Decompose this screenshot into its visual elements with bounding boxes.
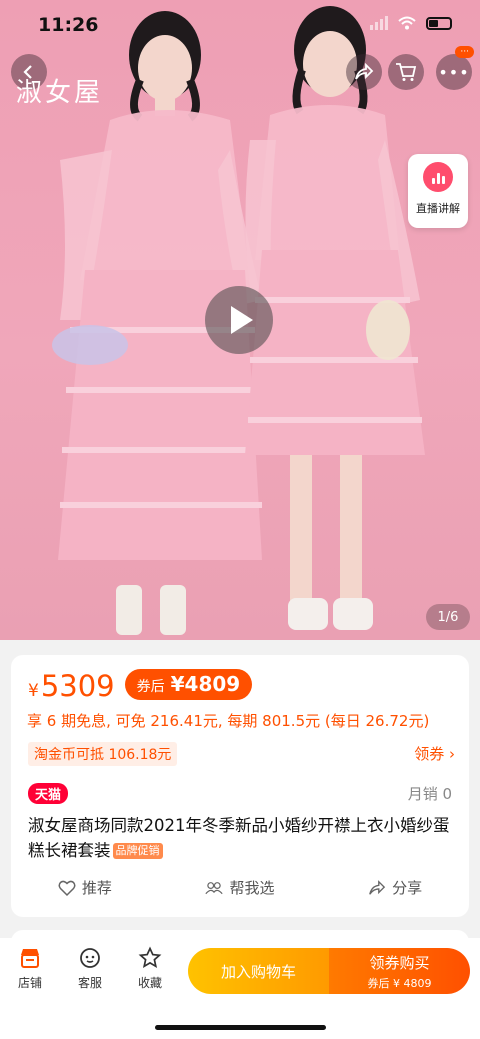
live-explain-button[interactable]: 直播讲解 xyxy=(408,154,468,228)
get-coupon-link[interactable]: 领券 › xyxy=(414,743,455,764)
service-tab[interactable]: 客服 xyxy=(70,946,110,991)
after-coupon-price: ¥4809 xyxy=(170,672,241,696)
battery-icon xyxy=(426,16,452,30)
status-icons xyxy=(370,16,452,30)
share-icon xyxy=(369,879,386,895)
help-choose-button[interactable]: 帮我选 xyxy=(205,877,274,898)
recommend-button[interactable]: 推荐 xyxy=(58,877,112,898)
cart-icon xyxy=(396,63,417,81)
share-label: 分享 xyxy=(392,879,423,897)
tmall-badge: 天猫 xyxy=(28,783,69,804)
signal-icon xyxy=(370,16,388,30)
people-icon xyxy=(205,881,224,894)
live-bars-icon xyxy=(423,162,453,192)
image-counter: 1/6 xyxy=(426,604,470,630)
coin-deduct-tag: 淘金币可抵 106.18元 xyxy=(28,742,178,766)
price-row: ¥ 5309 券后 ¥4809 xyxy=(28,669,253,705)
heart-icon xyxy=(58,880,76,896)
buy-now-button[interactable]: 领券购买 券后 ¥ 4809 xyxy=(329,948,470,994)
service-label: 客服 xyxy=(77,976,102,990)
product-title-text: 淑女屋商场同款2021年冬季新品小婚纱开襟上衣小婚纱蛋糕长裙套装 xyxy=(28,816,450,860)
add-to-cart-label: 加入购物车 xyxy=(220,962,296,981)
add-to-cart-button[interactable]: 加入购物车 xyxy=(188,948,329,994)
buy-now-sub-label: 券后 ¥ 4809 xyxy=(367,976,432,990)
favorite-tab[interactable]: 收藏 xyxy=(130,946,170,991)
current-price: 5309 xyxy=(40,669,115,703)
status-bar: 11:26 xyxy=(0,0,480,48)
cart-button[interactable] xyxy=(388,54,424,90)
status-time: 11:26 xyxy=(38,14,99,36)
store-icon xyxy=(21,949,39,968)
currency-symbol: ¥ xyxy=(28,681,39,701)
play-video-button[interactable] xyxy=(205,286,273,354)
brand-promo-tag: 品牌促销 xyxy=(112,843,163,859)
wifi-icon xyxy=(398,16,416,30)
home-indicator xyxy=(155,1025,326,1030)
buy-now-label: 领券购买 xyxy=(369,953,430,972)
share-button[interactable] xyxy=(346,54,382,90)
bottom-action-bar: 店铺 客服 收藏 加入购物车 领券购买 券后 ¥ 4809 xyxy=(0,938,480,1039)
installment-info[interactable]: 享 6 期免息, 可免 216.41元, 每期 801.5元 (每日 26.72… xyxy=(27,710,429,731)
favorite-label: 收藏 xyxy=(137,976,162,990)
after-coupon-label: 券后 xyxy=(136,679,165,695)
more-button[interactable]: ••• xyxy=(436,54,472,90)
service-icon xyxy=(80,948,100,968)
share-action-button[interactable]: 分享 xyxy=(368,877,422,898)
play-icon xyxy=(231,306,253,334)
store-tab[interactable]: 店铺 xyxy=(10,946,50,991)
product-title: 淑女屋商场同款2021年冬季新品小婚纱开襟上衣小婚纱蛋糕长裙套装 品牌促销 xyxy=(28,813,453,863)
live-explain-label: 直播讲解 xyxy=(416,202,460,215)
after-coupon-pill: 券后 ¥4809 xyxy=(124,669,253,700)
monthly-sales: 月销 0 xyxy=(407,785,452,803)
help-choose-label: 帮我选 xyxy=(229,879,275,897)
brand-logo: 淑女屋 xyxy=(16,78,104,108)
more-badge: ··· xyxy=(455,46,474,58)
product-info-card: ¥ 5309 券后 ¥4809 享 6 期免息, 可免 216.41元, 每期 … xyxy=(11,655,469,917)
action-row: 推荐 帮我选 分享 xyxy=(11,877,469,898)
purchase-buttons: 加入购物车 领券购买 券后 ¥ 4809 xyxy=(188,948,470,994)
star-icon xyxy=(138,946,162,969)
more-dots-icon: ••• xyxy=(438,62,470,82)
recommend-label: 推荐 xyxy=(81,879,112,897)
share-arrow-icon xyxy=(355,63,374,80)
store-label: 店铺 xyxy=(17,976,42,990)
